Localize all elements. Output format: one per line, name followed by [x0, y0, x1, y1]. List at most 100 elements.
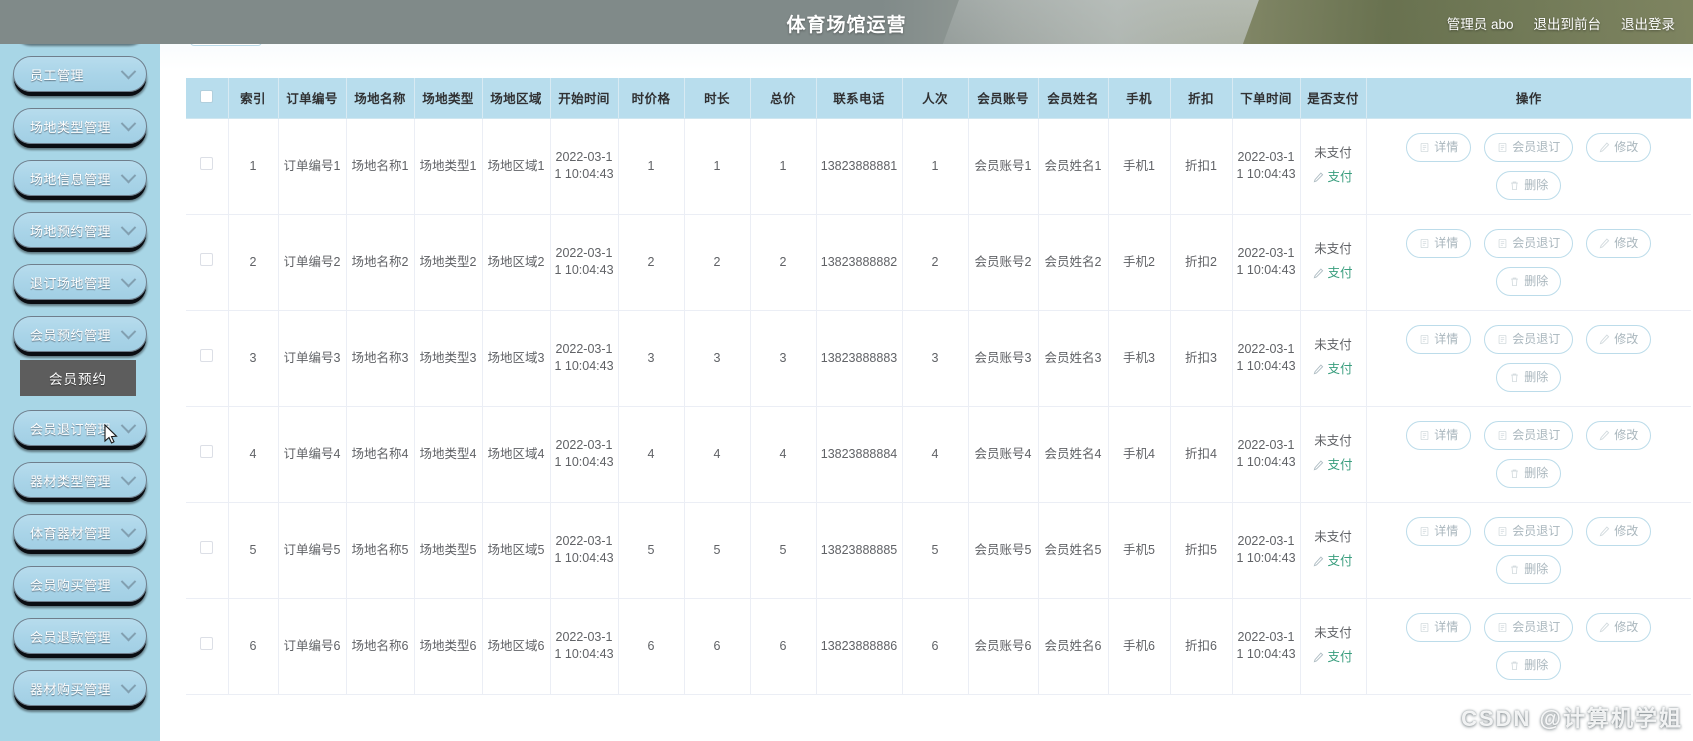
sidebar-item-4[interactable]: 场地预约管理	[13, 212, 147, 248]
cell-member-account: 会员账号5	[968, 502, 1039, 599]
action-button-group: 详情 会员退订 修改 删除	[1370, 321, 1689, 396]
pay-action-link[interactable]: 支付	[1313, 457, 1353, 474]
sidebar-item-label: 场地预约管理	[30, 223, 112, 239]
col-total[interactable]: 总价	[750, 78, 817, 119]
col-mobile[interactable]: 手机	[1108, 78, 1171, 119]
cell-order-time: 2022-03-11 10:04:43	[1232, 214, 1301, 311]
sidebar-item-5[interactable]: 退订场地管理	[13, 264, 147, 300]
row-checkbox[interactable]	[200, 541, 214, 554]
pay-action-link[interactable]: 支付	[1313, 553, 1353, 570]
action-button-3[interactable]: 删除	[1496, 266, 1562, 296]
cell-row-select[interactable]	[186, 310, 229, 407]
action-button-1[interactable]: 会员退订	[1484, 228, 1574, 258]
cell-duration: 1	[684, 118, 751, 215]
action-button-0[interactable]: 详情	[1406, 420, 1472, 450]
action-button-0[interactable]: 详情	[1406, 228, 1472, 258]
trash-icon	[1511, 661, 1519, 670]
sidebar-item-10[interactable]: 会员购买管理	[13, 566, 147, 602]
action-button-3[interactable]: 删除	[1496, 554, 1562, 584]
sidebar-item-1[interactable]: 员工管理	[13, 56, 147, 92]
pay-action-link[interactable]: 支付	[1313, 361, 1353, 378]
action-button-0[interactable]: 详情	[1406, 516, 1472, 546]
sidebar-item-8[interactable]: 器材类型管理	[13, 462, 147, 498]
header-admin-user[interactable]: 管理员 abo	[1447, 13, 1514, 33]
col-index[interactable]: 索引	[228, 78, 279, 119]
edit-icon	[1599, 141, 1610, 152]
action-button-3[interactable]: 删除	[1496, 458, 1562, 488]
col-phone[interactable]: 联系电话	[816, 78, 903, 119]
edit-icon	[1599, 333, 1610, 344]
col-member-name[interactable]: 会员姓名	[1038, 78, 1109, 119]
sidebar-item-3[interactable]: 场地信息管理	[13, 160, 147, 196]
action-button-1[interactable]: 会员退订	[1484, 132, 1574, 162]
sidebar-item-11[interactable]: 会员退款管理	[13, 618, 147, 654]
col-venue-area[interactable]: 场地区域	[482, 78, 551, 119]
cell-venue-type: 场地类型4	[414, 406, 483, 503]
action-button-label: 修改	[1614, 235, 1639, 250]
row-checkbox[interactable]	[200, 253, 214, 266]
pay-action-link[interactable]: 支付	[1313, 649, 1353, 666]
col-pay-state[interactable]: 是否支付	[1300, 78, 1367, 119]
action-button-0[interactable]: 详情	[1406, 612, 1472, 642]
action-button-2[interactable]: 修改	[1586, 132, 1652, 162]
action-button-3[interactable]: 删除	[1496, 650, 1562, 680]
cell-row-select[interactable]	[186, 118, 229, 215]
action-button-1[interactable]: 会员退订	[1484, 420, 1574, 450]
action-button-2[interactable]: 修改	[1586, 324, 1652, 354]
table-row: 4 订单编号4 场地名称4 场地类型4 场地区域4 2022-03-11 10:04:43…	[186, 406, 1691, 503]
row-checkbox[interactable]	[200, 157, 214, 170]
col-duration[interactable]: 时长	[684, 78, 751, 119]
cell-row-select[interactable]	[186, 406, 229, 503]
sidebar-submenu-member-reservation[interactable]: 会员预约	[20, 360, 136, 396]
cell-member-name: 会员姓名2	[1038, 214, 1109, 311]
pay-action-link[interactable]: 支付	[1313, 169, 1353, 186]
col-discount[interactable]: 折扣	[1170, 78, 1233, 119]
cell-index: 6	[228, 598, 279, 695]
sidebar-item-9[interactable]: 体育器材管理	[13, 514, 147, 550]
col-venue-name[interactable]: 场地名称	[346, 78, 415, 119]
action-button-2[interactable]: 修改	[1586, 228, 1652, 258]
col-start-time[interactable]: 开始时间	[550, 78, 619, 119]
action-button-0[interactable]: 详情	[1406, 132, 1472, 162]
row-checkbox[interactable]	[200, 445, 214, 458]
cell-row-select[interactable]	[186, 598, 229, 695]
col-venue-type[interactable]: 场地类型	[414, 78, 483, 119]
document-icon	[1498, 142, 1507, 152]
action-button-3[interactable]: 删除	[1496, 362, 1562, 392]
cell-venue-area: 场地区域5	[482, 502, 551, 599]
col-hour-price[interactable]: 时价格	[618, 78, 685, 119]
action-button-1[interactable]: 会员退订	[1484, 324, 1574, 354]
cell-row-select[interactable]	[186, 214, 229, 311]
col-order-no[interactable]: 订单编号	[278, 78, 347, 119]
select-all-checkbox[interactable]	[200, 89, 214, 103]
sidebar-item-2[interactable]: 场地类型管理	[13, 108, 147, 144]
action-button-0[interactable]: 详情	[1406, 324, 1472, 354]
col-person-count[interactable]: 人次	[902, 78, 969, 119]
cell-row-select[interactable]	[186, 502, 229, 599]
edit-icon	[1599, 429, 1610, 440]
table-header-row: 索引 订单编号 场地名称 场地类型 场地区域 开始时间 时价格 时长 总价 联系…	[186, 78, 1691, 119]
chevron-down-icon	[120, 521, 137, 537]
cell-person-count: 6	[902, 598, 969, 695]
cell-order-time: 2022-03-11 10:04:43	[1232, 310, 1301, 407]
pay-action-link[interactable]: 支付	[1313, 265, 1353, 282]
sidebar-item-6[interactable]: 会员预约管理	[13, 316, 147, 352]
edit-icon	[1314, 171, 1324, 182]
cell-index: 5	[228, 502, 279, 599]
header-exit-to-frontend[interactable]: 退出到前台	[1534, 13, 1602, 33]
action-button-2[interactable]: 修改	[1586, 612, 1652, 642]
col-select-all[interactable]	[186, 78, 229, 119]
action-button-group: 详情 会员退订 修改 删除	[1370, 609, 1689, 684]
header-logout[interactable]: 退出登录	[1621, 13, 1675, 33]
action-button-2[interactable]: 修改	[1586, 516, 1652, 546]
row-checkbox[interactable]	[200, 349, 214, 362]
action-button-1[interactable]: 会员退订	[1484, 612, 1574, 642]
sidebar-item-7[interactable]: 会员退订管理	[13, 410, 147, 446]
col-member-account[interactable]: 会员账号	[968, 78, 1039, 119]
action-button-1[interactable]: 会员退订	[1484, 516, 1574, 546]
action-button-3[interactable]: 删除	[1496, 170, 1562, 200]
col-order-time[interactable]: 下单时间	[1232, 78, 1301, 119]
action-button-2[interactable]: 修改	[1586, 420, 1652, 450]
row-checkbox[interactable]	[200, 637, 214, 650]
sidebar-item-12[interactable]: 器材购买管理	[13, 670, 147, 706]
